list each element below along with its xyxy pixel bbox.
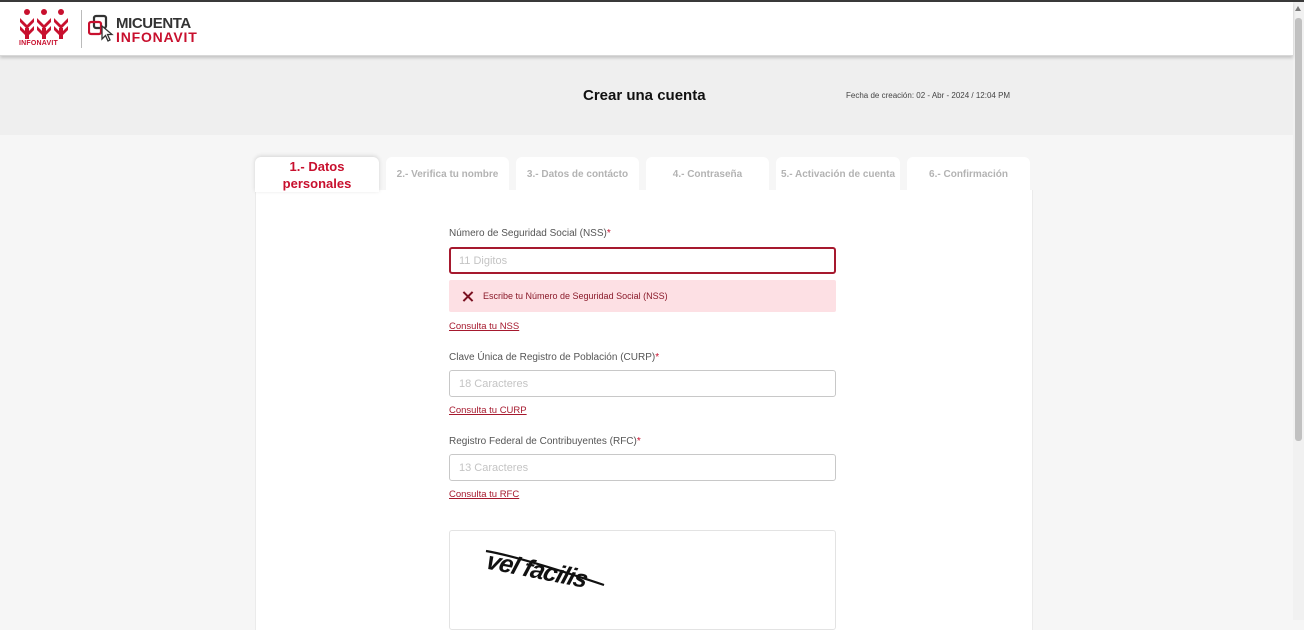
micuenta-logo[interactable]: MICUENTA INFONAVIT — [88, 12, 198, 48]
title-bar: Crear una cuenta Fecha de creación: 02 -… — [0, 56, 1293, 135]
page-scrollbar[interactable] — [1293, 2, 1304, 620]
page-title: Crear una cuenta — [583, 87, 706, 104]
rfc-input[interactable] — [449, 454, 836, 481]
required-mark: * — [606, 228, 611, 239]
nss-label: Número de Seguridad Social (NSS)* — [449, 228, 611, 239]
tab-contrasena[interactable]: 4.- Contraseña — [646, 157, 769, 191]
creation-date: Fecha de creación: 02 - Abr - 2024 / 12:… — [846, 91, 1011, 100]
tab-verifica-nombre[interactable]: 2.- Verifica tu nombre — [386, 157, 509, 191]
tab-confirmacion[interactable]: 6.- Confirmación — [907, 157, 1030, 191]
consulta-rfc-link[interactable]: Consulta tu RFC — [449, 489, 519, 500]
curp-label-text: Clave Única de Registro de Población (CU… — [449, 352, 656, 363]
consulta-nss-link[interactable]: Consulta tu NSS — [449, 321, 519, 332]
tab-label: 3.- Datos de contácto — [526, 168, 629, 180]
consulta-curp-link[interactable]: Consulta tu CURP — [449, 405, 527, 416]
curp-label: Clave Única de Registro de Población (CU… — [449, 352, 659, 363]
required-mark: * — [636, 436, 641, 447]
infonavit-logo-icon — [20, 9, 68, 39]
infonavit-logo[interactable]: INFONAVIT — [18, 8, 70, 50]
nss-error-text: Escribe tu Número de Seguridad Social (N… — [483, 291, 668, 301]
tab-label: 6.- Confirmación — [929, 168, 1008, 180]
tab-datos-personales[interactable]: 1.- Datos personales — [255, 157, 379, 192]
infonavit-wordmark: INFONAVIT — [19, 40, 59, 47]
tab-label: 2.- Verifica tu nombre — [396, 168, 499, 180]
rfc-label: Registro Federal de Contribuyentes (RFC)… — [449, 436, 641, 447]
curp-input[interactable] — [449, 370, 836, 397]
captcha-panel: vel facilis — [449, 530, 836, 630]
tab-label: 5.- Activación de cuenta — [780, 168, 896, 180]
nss-label-text: Número de Seguridad Social (NSS) — [449, 228, 607, 239]
tab-datos-contacto[interactable]: 3.- Datos de contácto — [516, 157, 639, 191]
rfc-label-text: Registro Federal de Contribuyentes (RFC) — [449, 436, 637, 447]
micuenta-cursor-icon — [88, 14, 114, 42]
required-mark: * — [655, 352, 660, 363]
tab-label: 4.- Contraseña — [672, 168, 743, 180]
site-header: INFONAVIT MICUENTA INFONAVIT — [0, 2, 1293, 56]
close-x-icon — [462, 291, 473, 302]
nss-error-message: Escribe tu Número de Seguridad Social (N… — [449, 280, 836, 312]
micuenta-infonavit-wordmark: INFONAVIT — [116, 29, 198, 45]
nss-input[interactable] — [449, 247, 836, 274]
scrollbar-thumb[interactable] — [1295, 18, 1302, 441]
scroll-up-icon[interactable] — [1295, 6, 1301, 11]
tab-label: 1.- Datos personales — [282, 158, 352, 191]
captcha-image: vel facilis — [483, 547, 605, 594]
tab-activacion-cuenta[interactable]: 5.- Activación de cuenta — [776, 157, 900, 191]
logo-divider — [81, 10, 82, 48]
